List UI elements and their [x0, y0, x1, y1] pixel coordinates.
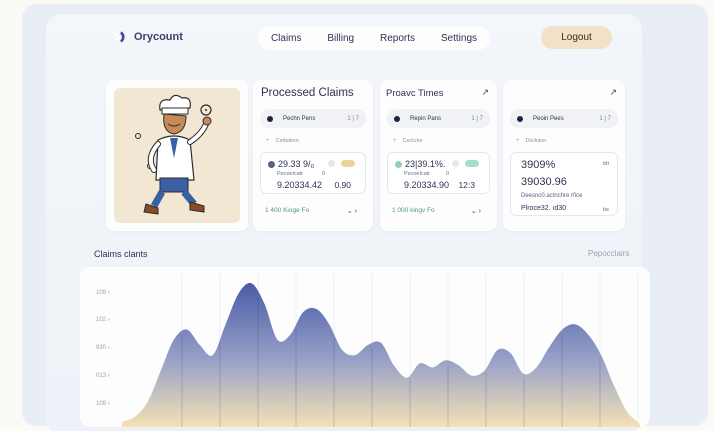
chevron-icon[interactable]: ⌄ › [347, 207, 357, 215]
chevron-icon[interactable]: ⌄ › [471, 207, 481, 215]
y-tick-label: 109 › [96, 401, 110, 407]
bullet-icon [394, 115, 400, 122]
stat-primary: 23|39.1%. [395, 159, 445, 169]
toggle-dot-icon [328, 160, 335, 167]
pill-value: 1 | 7 [471, 115, 483, 122]
stat-primary-text: 23|39.1%. [405, 159, 446, 169]
top-nav: Claims Billing Reports Settings [258, 26, 490, 50]
nav-item-claims[interactable]: Claims [271, 33, 302, 44]
card-pill[interactable]: Pechn Pens 1 | 7 [260, 109, 366, 128]
doctor-illustration [114, 88, 240, 223]
stat-side-mark: 0 [445, 171, 449, 177]
stat-line-1: 3909% [521, 159, 556, 171]
pill-value: 1 | 7 [347, 115, 359, 122]
process-times-card: Proavc Times ↗ Repin Pans 1 | 7 + Ceclui… [380, 80, 497, 231]
card-sub-label: + Cediation [266, 138, 299, 144]
stat-secondary-label: Pecoelcatr [277, 171, 303, 177]
card-sub-label: + Diciluion [516, 138, 546, 144]
illustration-card [106, 80, 248, 231]
expand-arrow-icon[interactable]: ↗ [609, 87, 617, 98]
brand-name: Orycount [134, 31, 183, 43]
stat-side-2: be [602, 207, 609, 213]
stat-secondary-label: Pecoelcatr [404, 171, 430, 177]
nav-item-reports[interactable]: Reports [380, 33, 415, 44]
y-tick-label: 013 › [96, 373, 110, 379]
processed-claims-card: Processed Claims Pechn Pens 1 | 7 + Cedi… [253, 80, 373, 231]
chart-section-link[interactable]: Pepocclairs [588, 249, 629, 258]
status-badge [465, 160, 479, 167]
card-pill[interactable]: Peoin Pees 1 | 7 [510, 109, 618, 128]
stat-box: 29.33 9/₀ Pecoelcatr 9.20334.42 0 0.90 [260, 152, 366, 194]
brand[interactable]: Orycount [110, 28, 183, 46]
status-dot-icon [268, 160, 275, 168]
y-tick-label: 109 › [96, 290, 110, 296]
status-badge [341, 160, 355, 167]
stat-secondary-value: 9.20334.42 [277, 180, 323, 190]
sub-label-text: Cecluire [402, 138, 423, 144]
y-tick-label: 102 › [96, 317, 110, 323]
pill-value: 1 | 7 [599, 115, 611, 122]
nav-item-billing[interactable]: Billing [327, 33, 354, 44]
stat-side-1: tdt [602, 161, 609, 167]
card-sub-label: + Cecluire [393, 138, 423, 144]
stat-primary-text: 29.33 9/₀ [278, 159, 315, 169]
card-title: Proavc Times [386, 88, 444, 99]
expand-arrow-icon[interactable]: ↗ [481, 87, 489, 98]
bullet-icon [517, 115, 523, 122]
logout-button[interactable]: Logout [541, 26, 612, 49]
stat-secondary-value: 9.20334.90 [404, 180, 450, 190]
plus-icon: + [266, 138, 270, 144]
nav-item-settings[interactable]: Settings [441, 33, 477, 44]
stat-line-3: Deesnc0.actnchre rfice [521, 193, 583, 199]
card-link[interactable]: 1 400 Kioge Fo [265, 207, 309, 214]
chart-section-title: Claims clants [94, 249, 148, 259]
status-dot-icon [395, 160, 402, 168]
stat-primary: 29.33 9/₀ [268, 159, 314, 169]
toggle-dot-icon [452, 160, 459, 167]
plus-icon: + [393, 138, 397, 144]
stat-box: 3909% 39030.96 Deesnc0.actnchre rfice Pl… [510, 152, 618, 216]
claims-chart: 109 › 102 › 930 › 013 › 109 › [80, 267, 650, 427]
stat-box: 23|39.1%. Pecoelcatr 9.20334.90 0 12:3 [387, 152, 490, 194]
pill-label: Pechn Pens [283, 115, 316, 122]
summary-card: ↗ Peoin Pees 1 | 7 + Diciluion 3909% 390… [503, 80, 625, 231]
sub-label-text: Diciluion [525, 138, 547, 144]
card-title: Processed Claims [261, 87, 354, 99]
stat-side-mark: 0 [321, 171, 325, 177]
sub-label-text: Cediation [275, 138, 299, 144]
card-link[interactable]: 1 000 kingv Fo [392, 207, 435, 214]
doctor-figure-icon [135, 94, 212, 215]
plus-icon: + [516, 138, 520, 144]
stat-line-2: 39030.96 [521, 176, 567, 188]
stat-side-value: 0.90 [334, 180, 351, 190]
stat-line-4: Plroce32. ıd30 [521, 205, 567, 212]
card-pill[interactable]: Repin Pans 1 | 7 [387, 109, 490, 128]
y-tick-label: 930 › [96, 345, 110, 351]
pill-label: Peoin Pees [533, 115, 564, 122]
pill-label: Repin Pans [410, 115, 442, 122]
brand-logo-icon [111, 29, 125, 45]
chart-svg: 109 › 102 › 930 › 013 › 109 › [96, 273, 640, 427]
bullet-icon [267, 115, 273, 122]
stat-side-value: 12:3 [458, 180, 475, 190]
